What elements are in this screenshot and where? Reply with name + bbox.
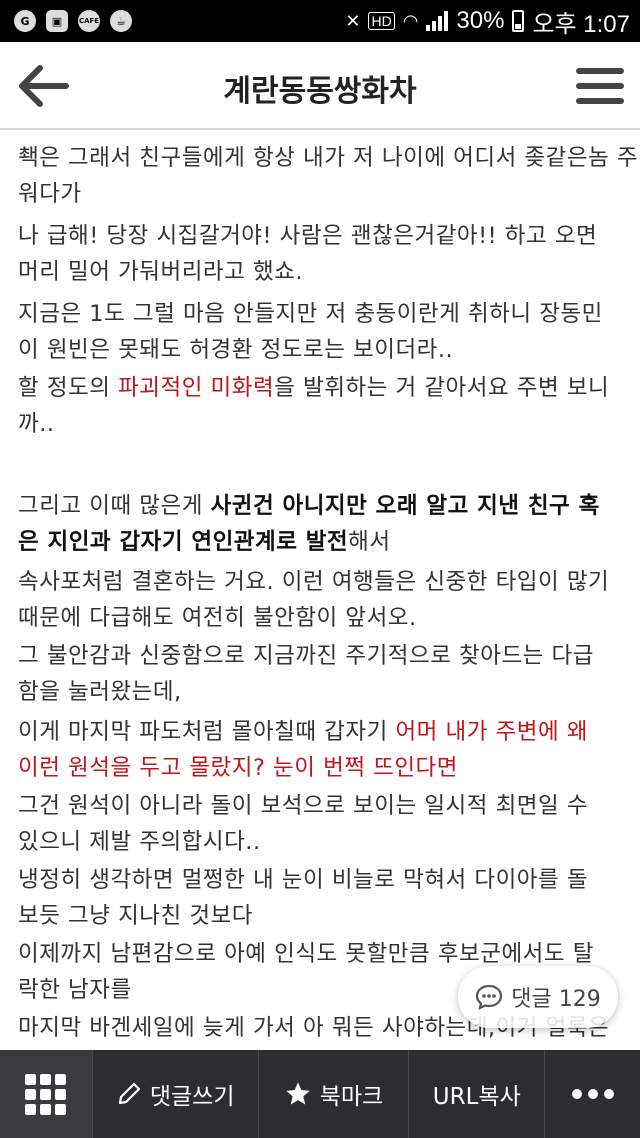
comment-count-button[interactable]: 댓글 129 (458, 966, 618, 1028)
highlight-red: 파괴적인 미화력 (118, 375, 275, 401)
paragraph: 그 불안감과 신중함으로 지금까진 주기적으로 찾아드는 다급 함을 눌러왔는데… (18, 643, 594, 705)
bookmark-button[interactable]: 북마크 (257, 1050, 408, 1138)
cafe-notification-icon: CAFE (78, 10, 100, 32)
app-header: 계란동동쌍화차 (0, 42, 640, 130)
app-notification-icon: G (14, 10, 36, 32)
wifi-icon: ◠ (402, 10, 419, 31)
star-icon (286, 1082, 310, 1105)
more-button[interactable] (544, 1050, 640, 1138)
paragraph: 나 급해! 당장 시집갈거야! 사람은 괜찮은거같아!! 하고 오면 머리 밀어… (18, 223, 598, 285)
grid-icon (25, 1073, 67, 1115)
gallery-notification-icon: ▣ (46, 10, 68, 32)
mute-icon: ✕ (345, 10, 361, 31)
more-dots-icon (571, 1089, 614, 1099)
highlight-red: 이런 원석을 두고 몰랐지? 눈이 번쩍 뜨인다면 (18, 755, 458, 781)
paragraph: 지금은 1도 그럴 마음 안들지만 저 충동이란게 취하니 장동민 이 원빈은 … (18, 301, 603, 363)
highlight-bold: 은 지인과 갑자기 연인관계로 발전 (18, 529, 349, 555)
bottom-toolbar: 댓글쓰기 북마크 URL복사 (0, 1050, 640, 1138)
paragraph: 쵁은 그래서 친구들에게 항상 내가 저 나이에 어디서 좆같은놈 주 워다가 (18, 145, 639, 207)
pencil-icon (118, 1082, 140, 1105)
copy-url-button[interactable]: URL복사 (408, 1050, 544, 1138)
article-body: 쵁은 그래서 친구들에게 항상 내가 저 나이에 어디서 좆같은놈 주 워다가 … (0, 130, 640, 1050)
menu-button[interactable] (576, 66, 624, 106)
battery-icon (512, 10, 525, 32)
coffee-notification-icon: ☕ (110, 10, 132, 32)
notification-icons: G ▣ CAFE ☕ (0, 10, 132, 32)
apps-button[interactable] (0, 1050, 92, 1138)
paragraph: 그리고 이때 많은게 사귄건 아니지만 오래 알고 지낸 친구 혹 은 지인과 … (18, 493, 600, 555)
highlight-red: 어머 내가 주변에 왜 (395, 719, 589, 745)
paragraph: 속사포처럼 결혼하는 거요. 이런 여행들은 신중한 타입이 많기 때문에 다급… (18, 569, 610, 631)
paragraph: 그건 원석이 아니라 돌이 보석으로 보이는 일시적 최면일 수 있으니 제발 … (18, 793, 589, 855)
signal-icon (426, 11, 449, 31)
highlight-bold: 사귄건 아니지만 오래 알고 지낸 친구 혹 (210, 493, 600, 519)
paragraph: 냉정히 생각하면 멀쩡한 내 눈이 비늘로 막혀서 다이아를 돌 보듯 그냥 지… (18, 867, 589, 929)
hamburger-menu-icon (576, 68, 624, 104)
write-comment-button[interactable]: 댓글쓰기 (91, 1050, 258, 1138)
hd-voice-icon: HD (368, 12, 395, 30)
comment-bubble-icon (476, 984, 503, 1010)
clock: 오후 1:07 (532, 10, 630, 38)
comment-count-label: 댓글 129 (511, 987, 601, 1012)
paragraph: 할 정도의 파괴적인 미화력을 발휘하는 거 같아서요 주변 보니 까.. (18, 375, 610, 437)
paragraph: 이게 마지막 파도처럼 몰아칠때 갑자기 어머 내가 주변에 왜 이런 원석을 … (18, 714, 618, 786)
status-bar: G ▣ CAFE ☕ ✕ HD ◠ 30% 오후 1:07 (0, 0, 640, 42)
system-indicators: ✕ HD ◠ 30% 오후 1:07 (345, 4, 640, 39)
page-title: 계란동동쌍화차 (223, 74, 417, 109)
battery-percent: 30% (456, 7, 505, 34)
